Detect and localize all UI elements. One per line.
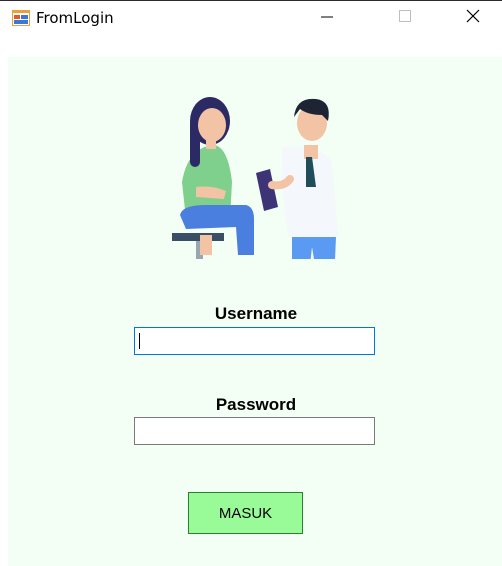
close-icon	[465, 8, 481, 29]
minimize-button[interactable]	[304, 1, 350, 35]
title-bar[interactable]: FromLogin	[0, 1, 502, 35]
masuk-button[interactable]: MASUK	[188, 492, 303, 534]
login-window: FromLogin Username Password MASUK	[0, 0, 502, 566]
password-label: Password	[215, 395, 297, 414]
app-form-icon	[12, 10, 30, 26]
patient-and-doctor-illustration	[166, 87, 346, 283]
password-input[interactable]	[134, 417, 375, 445]
form-client-area: Username Password MASUK	[8, 57, 502, 566]
username-label: Username	[214, 304, 298, 323]
close-button[interactable]	[450, 1, 496, 35]
maximize-button[interactable]	[382, 1, 428, 35]
maximize-icon	[398, 9, 412, 28]
minimize-icon	[320, 9, 334, 28]
username-input[interactable]	[134, 327, 375, 355]
window-title: FromLogin	[36, 9, 114, 27]
text-caret	[139, 333, 140, 349]
masuk-button-label: MASUK	[218, 504, 273, 522]
